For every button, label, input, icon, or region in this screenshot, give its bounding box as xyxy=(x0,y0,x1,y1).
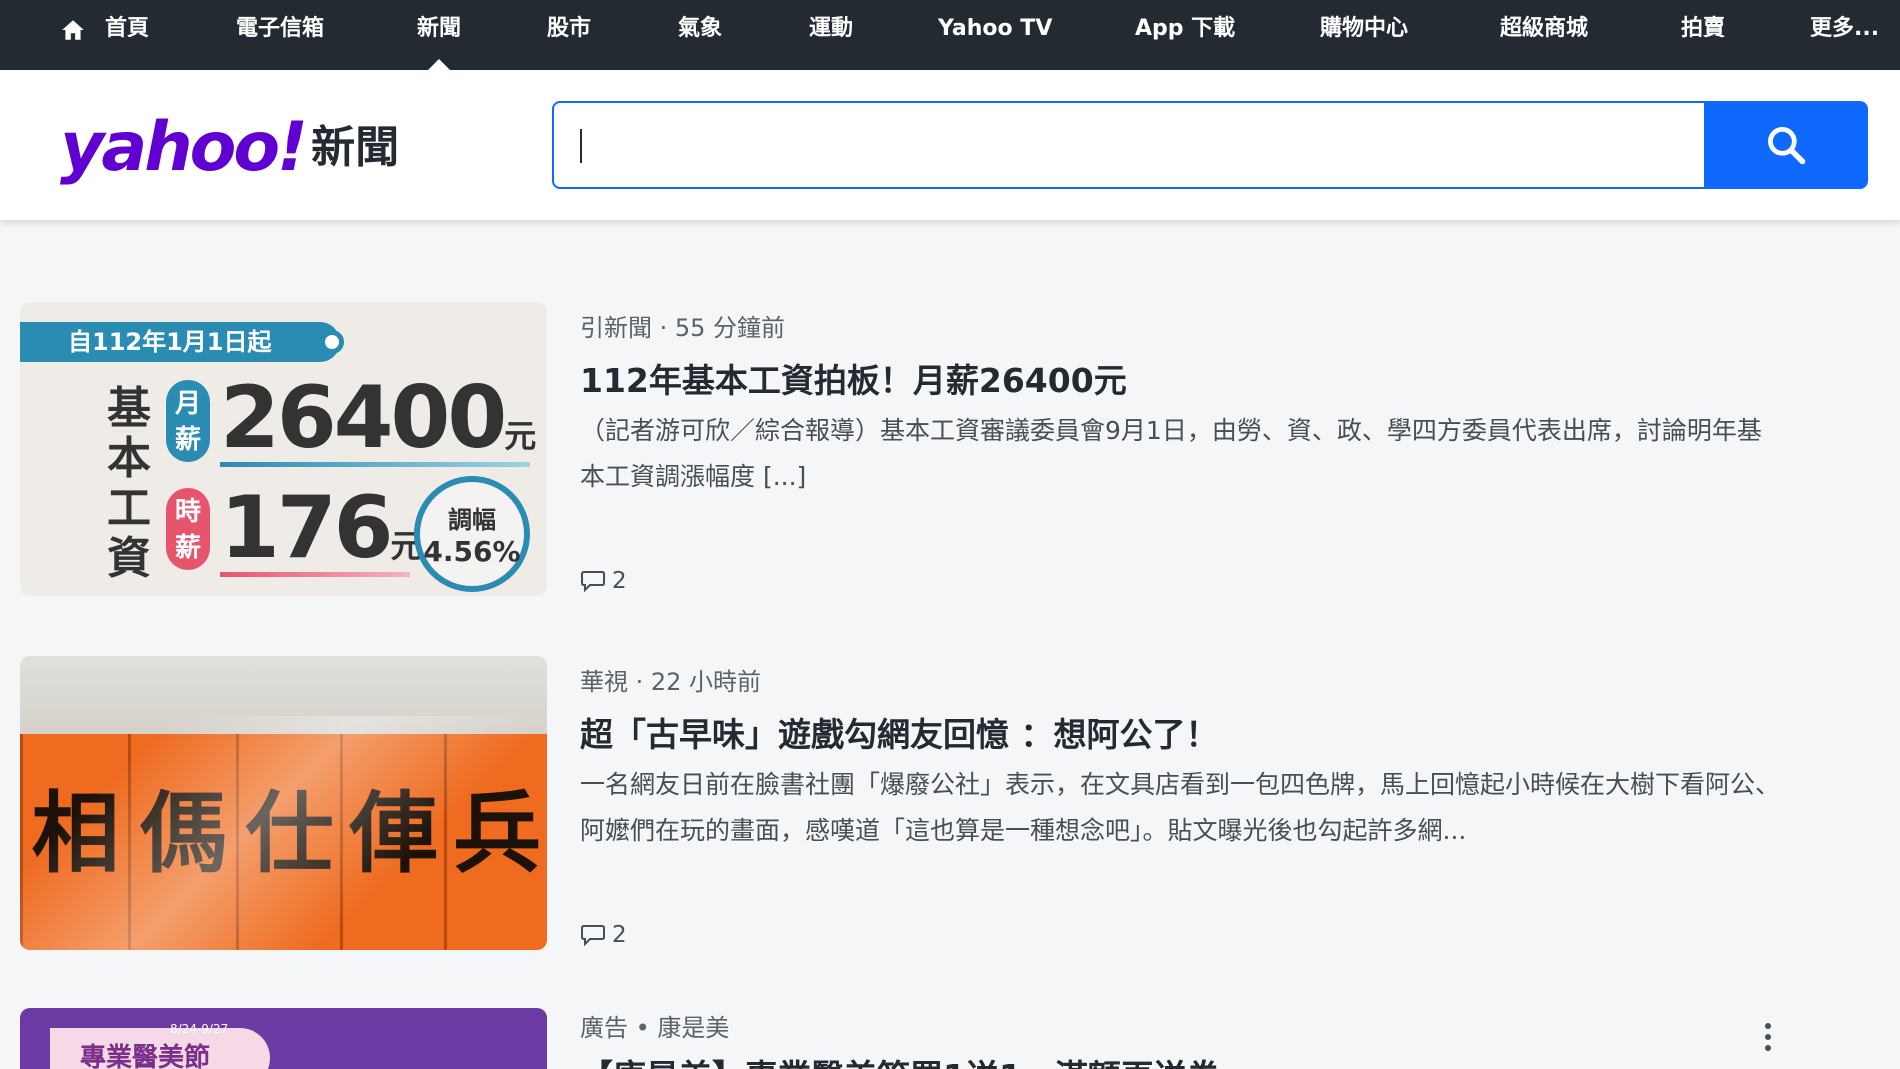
thumb-underline xyxy=(220,572,410,577)
search-box xyxy=(552,101,1706,189)
thumb-rate-badge: 調幅 4.56% xyxy=(414,476,530,592)
logo-yahoo-text: yahoo! xyxy=(60,108,308,187)
thumb-underline xyxy=(220,462,530,467)
nav-item[interactable]: 首頁 xyxy=(105,0,149,70)
thumb-hourly-pill: 時薪 xyxy=(166,488,210,570)
nav-item[interactable]: 電子信箱 xyxy=(236,0,324,70)
nav-item[interactable]: 運動 xyxy=(809,0,853,70)
article-summary: （記者游可欣／綜合報導）基本工資審議委員會9月1日，由勞、資、政、學四方委員代表… xyxy=(580,416,1762,491)
nav-item[interactable]: 更多... xyxy=(1810,0,1879,70)
comment-count[interactable]: 2 xyxy=(580,922,627,948)
article-source: 華視 · 22 小時前 xyxy=(580,668,762,696)
home-icon[interactable] xyxy=(60,17,86,43)
thumb-vertical-text: 基 本 工 資 xyxy=(107,383,151,584)
ad-date: 8/24-9/27 xyxy=(170,1022,229,1036)
top-nav-bar: 首頁 電子信箱 新聞 股市 氣象 運動 Yahoo TV App 下載 購物中心 超級商城 拍賣 更多… xyxy=(0,0,1900,70)
thumb-monthly-value: 26400元 xyxy=(220,368,537,468)
search-button[interactable] xyxy=(1704,101,1868,189)
nav-item[interactable]: 拍賣 xyxy=(1681,0,1725,70)
search-input[interactable] xyxy=(554,103,1704,187)
search-icon xyxy=(1768,127,1806,165)
comment-icon xyxy=(581,925,605,947)
nav-item[interactable]: 氣象 xyxy=(678,0,722,70)
article-title[interactable]: 超「古早味」遊戲勾網友回憶 ：想阿公了！ xyxy=(580,708,1219,756)
ad-title[interactable]: 【康是美】專業醫美節買1送1，滿額再送券 xyxy=(580,1050,1220,1069)
news-item[interactable]: 自112年1月1日起 基 本 工 資 月薪 時薪 26400元 176元 調幅 … xyxy=(0,302,1900,602)
thumb-hourly-value: 176元 xyxy=(220,478,423,578)
nav-item[interactable]: App 下載 xyxy=(1135,0,1235,70)
news-item[interactable]: 相 傌 仕 俥 兵 華視 · 22 小時前 超「古早味」遊戲勾網友回憶 ：想阿公… xyxy=(0,656,1900,956)
nav-item[interactable]: 超級商城 xyxy=(1500,0,1588,70)
article-thumbnail-cards[interactable]: 相 傌 仕 俥 兵 xyxy=(20,656,547,950)
ad-thumbnail[interactable]: 專業醫美節 8/24-9/27 xyxy=(20,1008,547,1069)
more-options-icon[interactable] xyxy=(1756,1018,1780,1058)
article-source: 引新聞 · 55 分鐘前 xyxy=(580,314,786,342)
thumb-dot xyxy=(320,330,344,354)
nav-item[interactable]: 股市 xyxy=(547,0,591,70)
site-header: yahoo! 新聞 xyxy=(0,70,1900,220)
comment-icon xyxy=(581,571,605,593)
thumb-plastic-shine xyxy=(20,716,547,950)
logo-section-text: 新聞 xyxy=(311,122,400,173)
text-caret xyxy=(580,129,582,163)
ad-item[interactable]: 專業醫美節 8/24-9/27 廣告 • 康是美 【康是美】專業醫美節買1送1，… xyxy=(0,1008,1900,1069)
article-title[interactable]: 112年基本工資拍板！月薪26400元 xyxy=(580,354,1127,402)
yahoo-news-logo[interactable]: yahoo! 新聞 xyxy=(60,108,399,188)
comment-count[interactable]: 2 xyxy=(580,568,627,594)
nav-item[interactable]: 購物中心 xyxy=(1320,0,1408,70)
article-summary: 一名網友日前在臉書社團「爆廢公社」表示，在文具店看到一包四色牌，馬上回憶起小時候… xyxy=(580,770,1781,845)
nav-item[interactable]: Yahoo TV xyxy=(938,0,1052,70)
thumb-monthly-pill: 月薪 xyxy=(166,380,210,462)
article-thumbnail-wage[interactable]: 自112年1月1日起 基 本 工 資 月薪 時薪 26400元 176元 調幅 … xyxy=(20,302,547,596)
ad-tag: 專業醫美節 xyxy=(50,1028,270,1069)
nav-item[interactable]: 新聞 xyxy=(417,0,461,70)
thumb-banner: 自112年1月1日起 xyxy=(20,322,340,362)
ad-source: 廣告 • 康是美 xyxy=(580,1014,730,1042)
